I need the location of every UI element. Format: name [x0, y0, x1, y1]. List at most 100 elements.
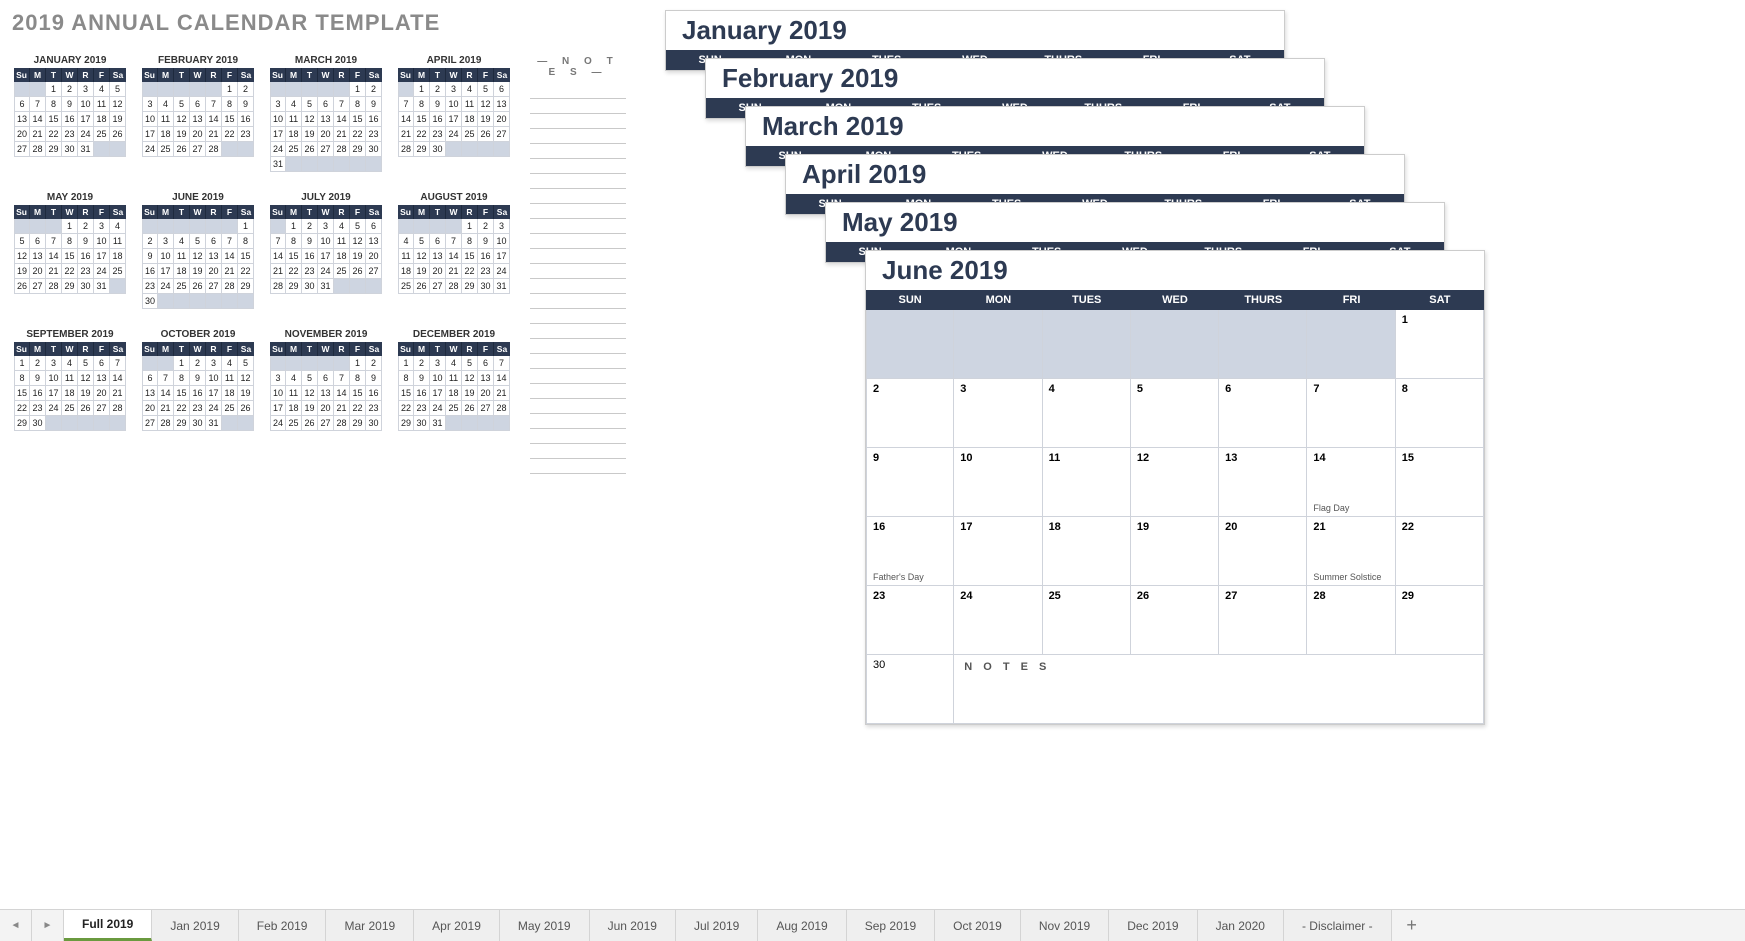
day-cell[interactable]: 26 — [1131, 586, 1219, 655]
sheet-tab[interactable]: Nov 2019 — [1021, 910, 1109, 941]
notes-line[interactable] — [530, 174, 626, 189]
notes-line[interactable] — [530, 249, 626, 264]
month-card-title: May 2019 — [826, 203, 1444, 242]
day-cell[interactable]: 14Flag Day — [1307, 448, 1395, 517]
notes-line[interactable] — [530, 159, 626, 174]
day-cell[interactable]: 1 — [1396, 310, 1484, 379]
notes-line[interactable] — [530, 384, 626, 399]
notes-line[interactable] — [530, 234, 626, 249]
day-cell[interactable]: 3 — [954, 379, 1042, 448]
notes-line[interactable] — [530, 429, 626, 444]
notes-line[interactable] — [530, 339, 626, 354]
month-card-title: February 2019 — [706, 59, 1324, 98]
sheet-tab[interactable]: Sep 2019 — [847, 910, 935, 941]
sheet-tab[interactable]: Jul 2019 — [676, 910, 758, 941]
day-cell[interactable]: 5 — [1131, 379, 1219, 448]
notes-line[interactable] — [530, 309, 626, 324]
add-sheet-button[interactable]: + — [1392, 910, 1432, 941]
day-cell[interactable]: 24 — [954, 586, 1042, 655]
mini-month: OCTOBER 2019SuMTWRFSa1234567891011121314… — [142, 329, 254, 431]
day-cell[interactable]: 27 — [1219, 586, 1307, 655]
notes-line[interactable] — [530, 414, 626, 429]
notes-line[interactable] — [530, 444, 626, 459]
day-cell[interactable]: 20 — [1219, 517, 1307, 586]
mini-month-row: 21222324252627 — [270, 264, 382, 279]
day-cell[interactable]: 2 — [866, 379, 954, 448]
sheet-tab[interactable]: May 2019 — [500, 910, 590, 941]
sheet-tab[interactable]: Oct 2019 — [935, 910, 1021, 941]
notes-line[interactable] — [530, 294, 626, 309]
notes-line[interactable] — [530, 99, 626, 114]
notes-line[interactable] — [530, 324, 626, 339]
day-cell[interactable]: 22 — [1396, 517, 1484, 586]
notes-line[interactable] — [530, 204, 626, 219]
mini-month-row: 22232425262728 — [14, 401, 126, 416]
day-cell[interactable]: 21Summer Solstice — [1307, 517, 1395, 586]
day-cell[interactable]: 10 — [954, 448, 1042, 517]
notes-line[interactable] — [530, 84, 626, 99]
day-cell[interactable]: 17 — [954, 517, 1042, 586]
day-cell[interactable]: 15 — [1396, 448, 1484, 517]
mini-month-row: 2345678 — [142, 234, 254, 249]
month-row: 91011121314Flag Day15 — [866, 448, 1484, 517]
mini-month: APRIL 2019SuMTWRFSa123456789101112131415… — [398, 55, 510, 172]
day-cell[interactable]: 4 — [1043, 379, 1131, 448]
sheet-tab[interactable]: Jan 2020 — [1198, 910, 1284, 941]
day-cell[interactable]: 6 — [1219, 379, 1307, 448]
notes-line[interactable] — [530, 369, 626, 384]
mini-month: MAY 2019SuMTWRFSa12345678910111213141516… — [14, 192, 126, 309]
sheet-tab[interactable]: - Disclaimer - — [1284, 910, 1392, 941]
day-cell[interactable]: 11 — [1043, 448, 1131, 517]
day-cell[interactable]: 12 — [1131, 448, 1219, 517]
mini-month-row: 10111213141516 — [270, 386, 382, 401]
tab-scroll-left-icon[interactable]: ◄ — [0, 910, 32, 941]
day-cell[interactable]: 25 — [1043, 586, 1131, 655]
mini-month-title: SEPTEMBER 2019 — [14, 329, 126, 340]
notes-line[interactable] — [530, 264, 626, 279]
mini-month-row: 15161718192021 — [398, 386, 510, 401]
notes-line[interactable] — [530, 279, 626, 294]
sheet-tab[interactable]: Jun 2019 — [590, 910, 676, 941]
mini-month-row: 293031 — [398, 416, 510, 431]
notes-line[interactable] — [530, 399, 626, 414]
mini-month-row: 12345 — [14, 82, 126, 97]
sheet-tab[interactable]: Feb 2019 — [239, 910, 327, 941]
sheet-tab[interactable]: Jan 2019 — [152, 910, 238, 941]
notes-line[interactable] — [530, 114, 626, 129]
notes-line[interactable] — [530, 354, 626, 369]
day-cell[interactable]: 18 — [1043, 517, 1131, 586]
day-cell[interactable]: 23 — [866, 586, 954, 655]
day-event: Summer Solstice — [1313, 572, 1381, 582]
day-cell[interactable]: 30 — [866, 655, 954, 724]
mini-month-title: MARCH 2019 — [270, 55, 382, 66]
day-cell[interactable]: 29 — [1396, 586, 1484, 655]
month-card-title: June 2019 — [866, 251, 1484, 290]
notes-line[interactable] — [530, 459, 626, 474]
mini-month-header: SuMTWRFSa — [14, 205, 126, 219]
mini-month: JULY 2019SuMTWRFSa1234567891011121314151… — [270, 192, 382, 309]
mini-month-row: 1234 — [14, 219, 126, 234]
day-cell[interactable]: 19 — [1131, 517, 1219, 586]
sheet-tab[interactable]: Apr 2019 — [414, 910, 500, 941]
notes-line[interactable] — [530, 189, 626, 204]
day-cell[interactable]: 13 — [1219, 448, 1307, 517]
notes-line[interactable] — [530, 129, 626, 144]
sheet-tab[interactable]: Dec 2019 — [1109, 910, 1197, 941]
mini-month-row: 123456 — [398, 82, 510, 97]
day-cell[interactable]: 7 — [1307, 379, 1395, 448]
mini-month-row: 3456789 — [270, 97, 382, 112]
tab-scroll-right-icon[interactable]: ► — [32, 910, 64, 941]
mini-month-header: SuMTWRFSa — [398, 342, 510, 356]
sheet-tab[interactable]: Mar 2019 — [326, 910, 414, 941]
day-cell[interactable]: 16Father's Day — [866, 517, 954, 586]
mini-month-row: 21222324252627 — [398, 127, 510, 142]
day-cell[interactable]: 28 — [1307, 586, 1395, 655]
notes-line[interactable] — [530, 219, 626, 234]
day-cell[interactable]: 8 — [1396, 379, 1484, 448]
notes-line[interactable] — [530, 144, 626, 159]
sheet-tab[interactable]: Full 2019 — [64, 910, 152, 941]
day-cell[interactable]: 9 — [866, 448, 954, 517]
sheet-tab[interactable]: Aug 2019 — [758, 910, 846, 941]
notes-area[interactable]: N O T E S — [954, 655, 1484, 724]
mini-month-row: 24252627282930 — [270, 416, 382, 431]
